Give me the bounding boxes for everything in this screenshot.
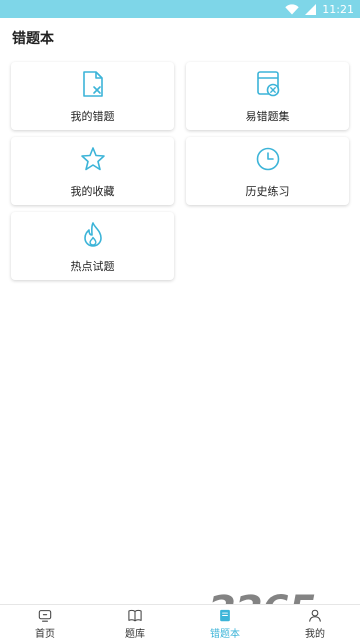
home-screen-icon: [38, 610, 52, 622]
tab-label: 题库: [125, 629, 145, 640]
user-icon: [309, 609, 321, 622]
card-my-wrong-questions[interactable]: 我的错题: [11, 62, 174, 130]
tab-question-bank[interactable]: 题库: [90, 605, 180, 640]
bottom-tab-bar: 首页 题库 错题本 我的: [0, 604, 360, 640]
card-label: 历史练习: [245, 185, 290, 198]
card-label: 热点试题: [70, 260, 115, 273]
card-error-prone-set[interactable]: 易错题集: [186, 62, 349, 130]
card-label: 易错题集: [245, 110, 290, 123]
clock-icon: [256, 147, 279, 171]
error-set-icon: [256, 71, 279, 97]
page-title: 错题本: [12, 31, 54, 47]
tab-label: 我的: [305, 629, 325, 640]
card-label: 我的错题: [70, 110, 115, 123]
flame-icon: [83, 222, 102, 247]
card-my-favorites[interactable]: 我的收藏: [11, 137, 174, 205]
card-history-practice[interactable]: 历史练习: [186, 137, 349, 205]
status-bar: 11:21: [0, 0, 360, 18]
wrong-file-icon: [82, 71, 103, 97]
wifi-icon: [285, 3, 299, 14]
star-icon: [80, 147, 105, 171]
tab-label: 首页: [35, 629, 55, 640]
tab-mine[interactable]: 我的: [270, 605, 360, 640]
signal-icon: [305, 3, 317, 15]
card-label: 我的收藏: [70, 185, 115, 198]
card-hot-questions[interactable]: 热点试题: [11, 212, 174, 280]
tab-wrong-notebook[interactable]: 错题本: [180, 605, 270, 640]
book-icon: [128, 609, 142, 622]
tab-home[interactable]: 首页: [0, 605, 90, 640]
notebook-icon: [220, 609, 230, 622]
tab-label: 错题本: [210, 629, 240, 640]
status-time: 11:21: [322, 2, 354, 16]
